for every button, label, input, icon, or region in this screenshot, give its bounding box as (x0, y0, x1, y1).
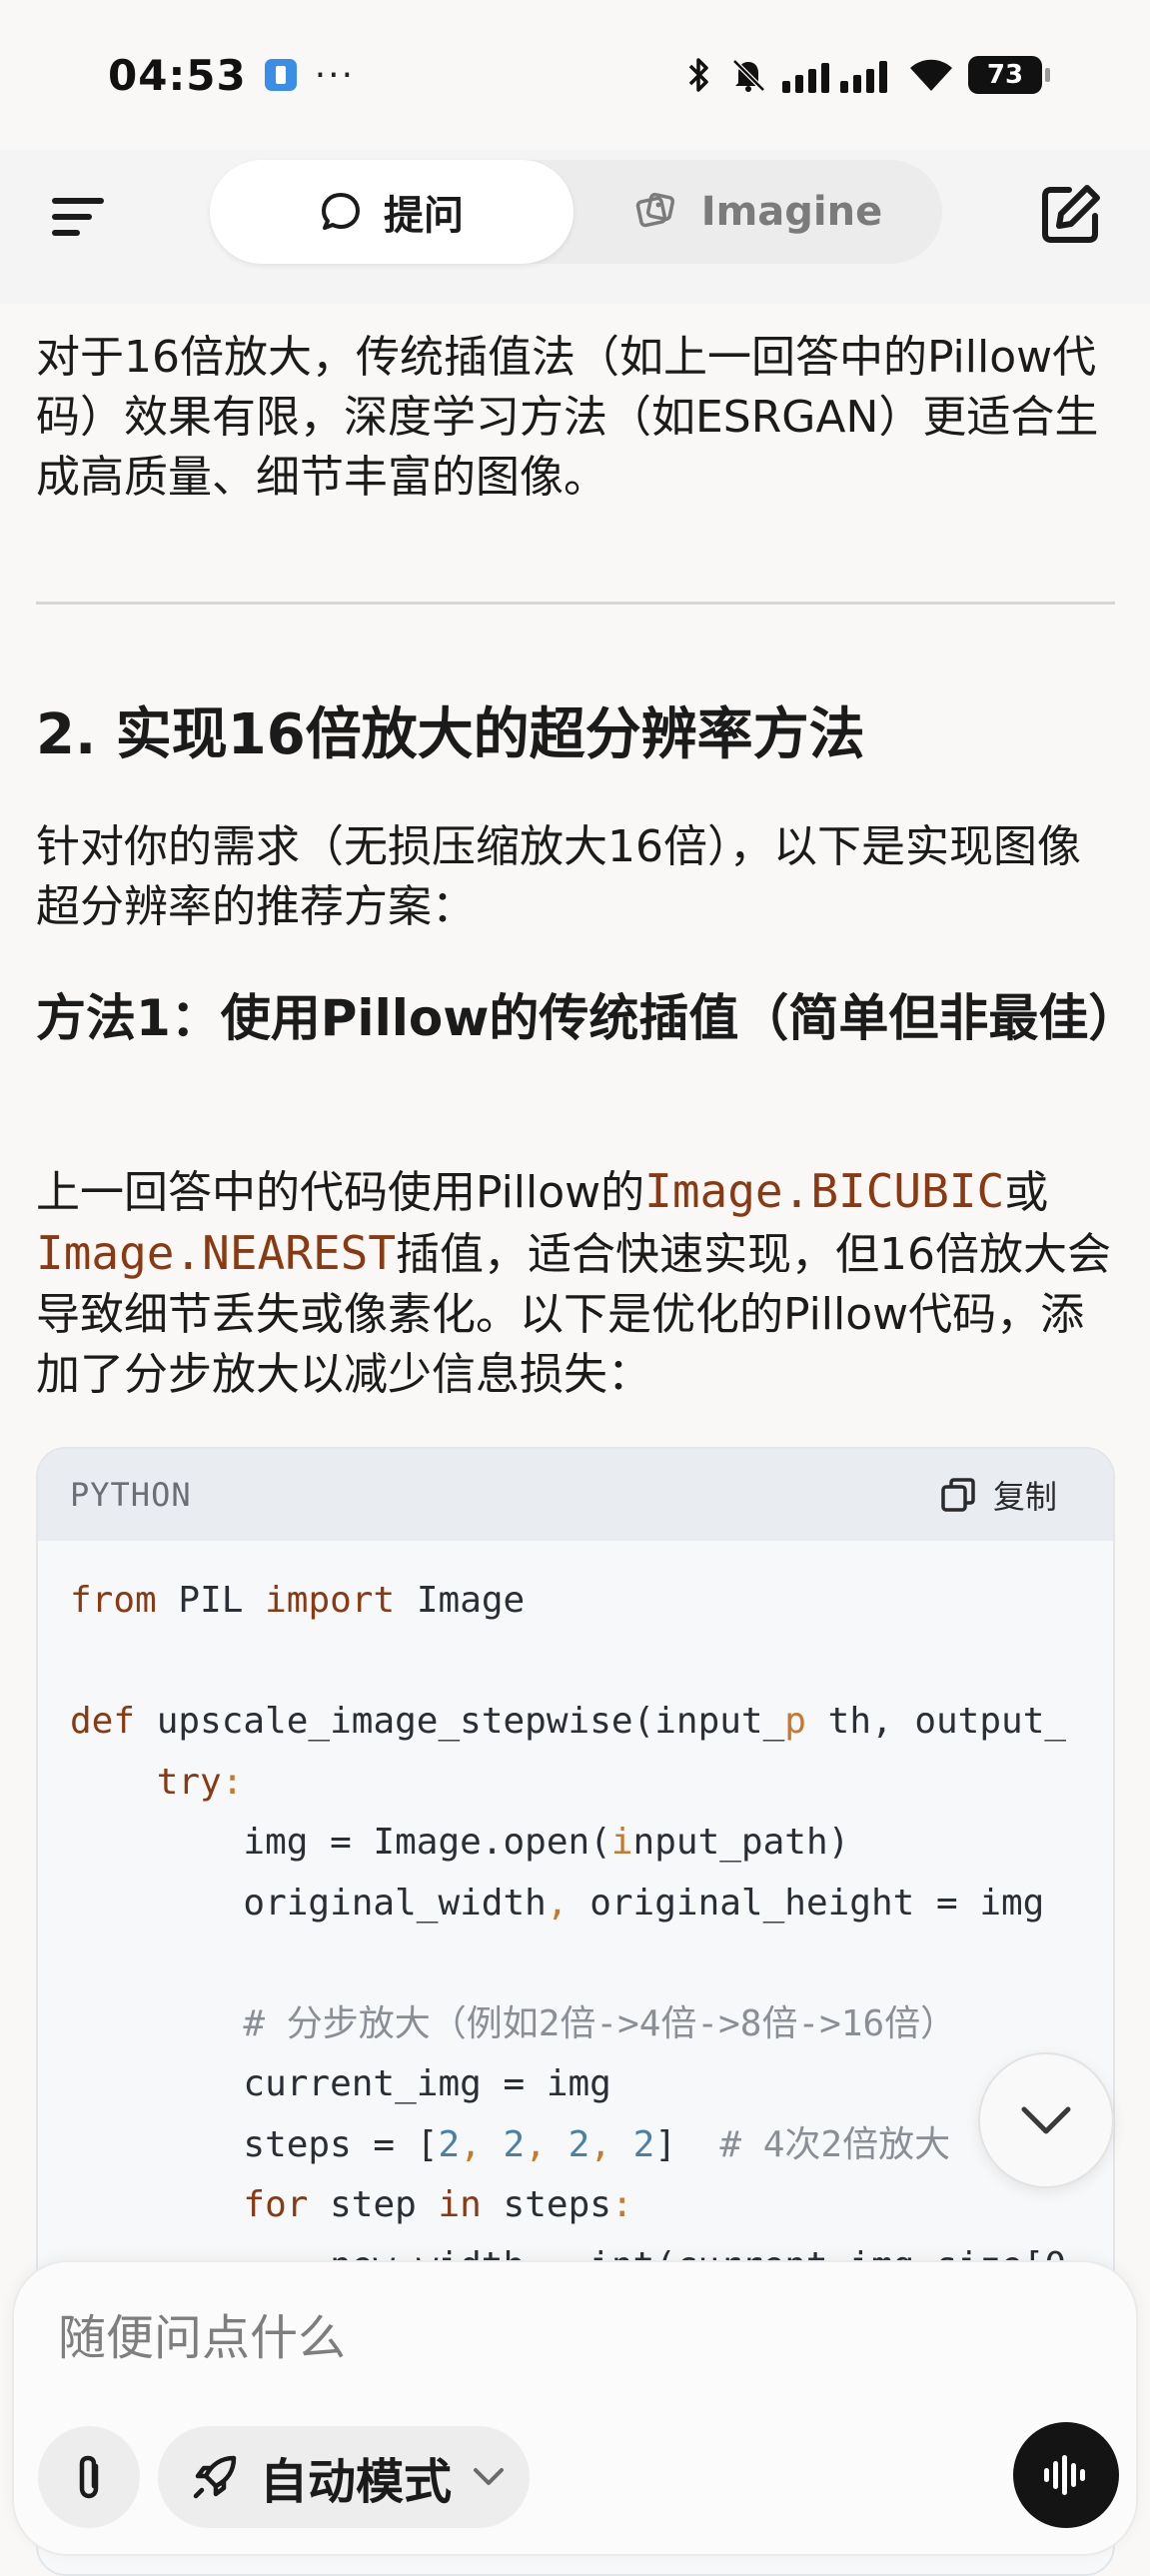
mute-bell-icon (732, 59, 765, 92)
token: from (70, 1580, 157, 1621)
new-chat-button[interactable] (1035, 180, 1105, 250)
composer: 自动模式 (12, 2260, 1138, 2556)
token: original_width (243, 1882, 547, 1924)
token: original_height = img (589, 1882, 1045, 1924)
token: , (525, 2123, 547, 2165)
token: p (784, 1701, 806, 1742)
attach-button[interactable] (38, 2426, 140, 2528)
token: upscale_image_stepwise(input_ (156, 1701, 785, 1742)
token: PIL (178, 1580, 244, 1621)
mode-label: 自动模式 (260, 2454, 453, 2510)
signal-icon (782, 61, 887, 93)
inline-code-bicubic: Image.BICUBIC (644, 1164, 1005, 1218)
status-right: 73 (684, 55, 1050, 95)
intro-paragraph: 对于16倍放大，传统插值法（如上一回答中的Pillow代码）效果有限，深度学习方… (36, 332, 1099, 503)
inline-code-nearest: Image.NEAREST (36, 1226, 397, 1280)
menu-button[interactable] (46, 184, 112, 250)
number: 2 (438, 2123, 461, 2165)
more-notifications-icon: ··· (314, 54, 356, 96)
method-text-b: 或 (1004, 1167, 1049, 1218)
token: : (221, 1761, 244, 1803)
code-block-header: PYTHON 复制 (38, 1449, 1113, 1541)
code-language-label: PYTHON (70, 1476, 192, 1514)
mode-selector[interactable]: 自动模式 (158, 2426, 530, 2528)
token: import (265, 1580, 396, 1621)
token: for (243, 2184, 309, 2225)
code-content: from PIL import Image def upscale_image_… (38, 1541, 1113, 2296)
code-line: steps = [2, 2, 2, 2] # 4次2倍放大 (70, 2124, 950, 2165)
token: th, output_ (827, 1701, 1067, 1742)
code-line: # 分步放大（例如2倍->4倍->8倍->16倍） (70, 2003, 956, 2044)
token: steps = [ (243, 2123, 439, 2165)
token: ] (654, 2123, 720, 2165)
code-line: original_width, original_height = img (70, 1883, 1044, 1924)
section-heading: 2. 实现16倍放大的超分辨率方法 (36, 702, 865, 767)
token: nput_path) (632, 1822, 850, 1863)
token: Image (416, 1580, 526, 1621)
tab-imagine-label: Imagine (700, 189, 883, 235)
code-line: for step in steps: (70, 2184, 633, 2225)
tab-ask[interactable]: 提问 (210, 160, 574, 264)
top-nav: 提问 Imagine (0, 150, 1150, 304)
message-input[interactable] (58, 2298, 957, 2378)
bluetooth-icon (688, 58, 708, 92)
rocket-icon (193, 2455, 237, 2499)
status-bar: 04:53 ··· 73 (0, 0, 1150, 150)
section-intro-paragraph: 针对你的需求（无损压缩放大16倍），以下是实现图像超分辨率的推荐方案： (36, 821, 1081, 932)
clock: 04:53 (108, 50, 247, 100)
code-line: def upscale_image_stepwise(input_p th, o… (70, 1701, 1066, 1742)
compose-icon (1042, 185, 1100, 243)
voice-mode-button[interactable] (1013, 2422, 1119, 2528)
token: current_img = img (243, 2063, 611, 2104)
token: steps (503, 2184, 611, 2225)
paperclip-icon (79, 2455, 99, 2499)
method-text-a: 上一回答中的代码使用Pillow的 (36, 1167, 645, 1218)
code-line: current_img = img (70, 2063, 611, 2104)
token: , (546, 1882, 569, 1924)
token: i (610, 1822, 633, 1863)
token: try (156, 1761, 222, 1803)
tab-ask-label: 提问 (384, 193, 464, 239)
token: def (70, 1701, 136, 1742)
chevron-down-icon (474, 2468, 505, 2485)
copy-label: 复制 (992, 1478, 1057, 1516)
chat-bubble-icon (322, 193, 360, 230)
wifi-icon (910, 59, 952, 91)
method-paragraph: 上一回答中的代码使用Pillow的Image.BICUBIC或 Image.NEA… (36, 1161, 1115, 1405)
token: : (610, 2184, 633, 2225)
token: , (589, 2123, 611, 2165)
status-left: 04:53 ··· (108, 51, 355, 100)
token: img = Image.open( (243, 1822, 611, 1863)
sim-card-icon (264, 59, 297, 91)
token: in (438, 2184, 482, 2225)
imagine-icon (635, 192, 674, 228)
voice-waveform-icon (1044, 2455, 1085, 2495)
copy-icon (941, 1478, 975, 1512)
number: 2 (632, 2123, 655, 2165)
code-line: try: (70, 1761, 244, 1803)
method-heading: 方法1：使用Pillow的传统插值（简单但非最佳） (36, 989, 1139, 1047)
section-divider (36, 602, 1115, 605)
token: step (330, 2184, 417, 2225)
code-comment: # 分步放大（例如2倍->4倍->8倍->16倍） (243, 2002, 957, 2044)
battery-level: 73 (986, 60, 1024, 90)
number: 2 (503, 2123, 526, 2165)
code-comment: # 4次2倍放大 (719, 2123, 951, 2165)
code-line: from PIL import Image (70, 1580, 525, 1621)
code-line: img = Image.open(input_path) (70, 1822, 849, 1863)
tab-imagine[interactable]: Imagine (574, 160, 942, 264)
token: , (460, 2123, 482, 2165)
copy-code-button[interactable]: 复制 (939, 1472, 1057, 1518)
mode-segmented-control: 提问 Imagine (210, 160, 942, 264)
chevron-down-icon (1021, 2106, 1071, 2134)
number: 2 (568, 2123, 590, 2165)
battery-indicator: 73 (968, 56, 1050, 94)
scroll-to-bottom-button[interactable] (978, 2052, 1114, 2188)
